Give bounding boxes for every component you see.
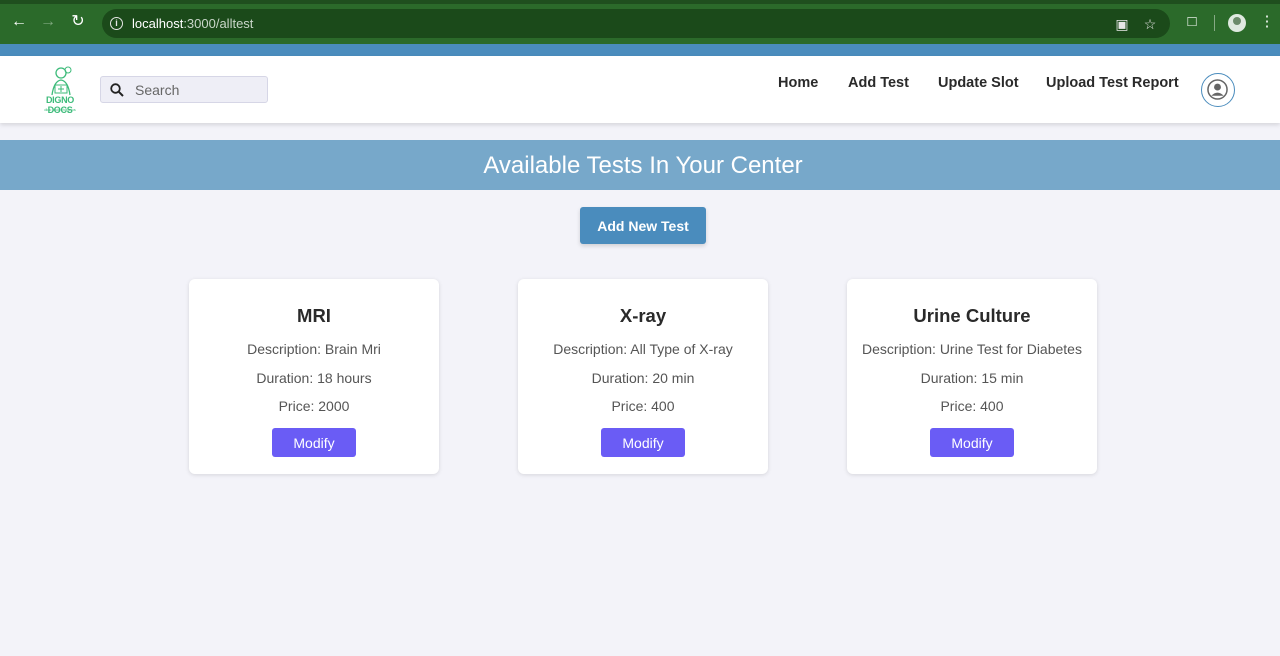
test-description: Description: All Type of X-ray [553, 341, 733, 357]
extensions-icon[interactable]: □ [1183, 13, 1201, 31]
nav-update-slot[interactable]: Update Slot [938, 75, 1019, 91]
nav-home[interactable]: Home [778, 75, 818, 91]
user-avatar[interactable] [1201, 73, 1235, 107]
search-icon [110, 83, 124, 97]
test-duration: Duration: 20 min [591, 370, 695, 386]
modify-button[interactable]: Modify [601, 428, 685, 457]
test-price: Price: 2000 [278, 398, 350, 414]
modify-button[interactable]: Modify [272, 428, 356, 457]
test-description: Description: Brain Mri [247, 341, 381, 357]
browser-toolbar: ← → ↻ i localhost:3000/alltest ▣ ☆ □ ⋮ [0, 0, 1280, 44]
bookmark-star-icon[interactable]: ☆ [1142, 16, 1158, 32]
add-new-test-button[interactable]: Add New Test [580, 207, 706, 244]
site-info-icon[interactable]: i [110, 17, 123, 30]
test-name: X-ray [619, 305, 667, 326]
nav-upload-test-report[interactable]: Upload Test Report [1046, 75, 1179, 91]
install-app-icon[interactable]: ▣ [1114, 16, 1130, 32]
app-header: DIGNO DOCS dkic leck chagnos Home Add Te… [0, 56, 1280, 123]
page-banner: Available Tests In Your Center [0, 140, 1280, 190]
tab-strip [0, 0, 1280, 4]
test-card: X-ray Description: All Type of X-ray Dur… [518, 279, 768, 474]
url-text: localhost:3000/alltest [132, 16, 254, 31]
back-arrow-icon[interactable]: ← [10, 13, 28, 31]
browser-menu-icon[interactable]: ⋮ [1258, 13, 1276, 31]
modify-button[interactable]: Modify [930, 428, 1014, 457]
logo-text: DIGNO DOCS [45, 95, 74, 115]
test-card: Urine Culture Description: Urine Test fo… [847, 279, 1097, 474]
test-name: MRI [297, 305, 331, 326]
test-price: Price: 400 [940, 398, 1004, 414]
test-duration: Duration: 15 min [920, 370, 1024, 386]
search-box[interactable] [100, 76, 268, 103]
address-bar[interactable]: i localhost:3000/alltest ▣ ☆ [102, 9, 1170, 38]
test-name: Urine Culture [913, 305, 1031, 326]
test-description: Description: Urine Test for Diabetes [862, 341, 1082, 357]
page-title: Available Tests In Your Center [483, 152, 803, 179]
reload-icon[interactable]: ↻ [69, 13, 87, 31]
toolbar-divider [1214, 15, 1215, 31]
nav-add-test[interactable]: Add Test [848, 75, 909, 91]
search-input[interactable] [135, 81, 261, 99]
forward-arrow-icon[interactable]: → [39, 13, 57, 31]
doctor-logo-icon [51, 66, 72, 96]
site-logo[interactable]: DIGNO DOCS dkic leck chagnos [38, 65, 82, 115]
test-price: Price: 400 [611, 398, 675, 414]
test-card: MRI Description: Brain Mri Duration: 18 … [189, 279, 439, 474]
test-duration: Duration: 18 hours [256, 370, 372, 386]
top-accent-strip [0, 44, 1280, 56]
user-icon [1207, 79, 1228, 100]
browser-profile-icon[interactable] [1228, 14, 1246, 32]
logo-tagline: dkic leck chagnos [44, 107, 76, 112]
